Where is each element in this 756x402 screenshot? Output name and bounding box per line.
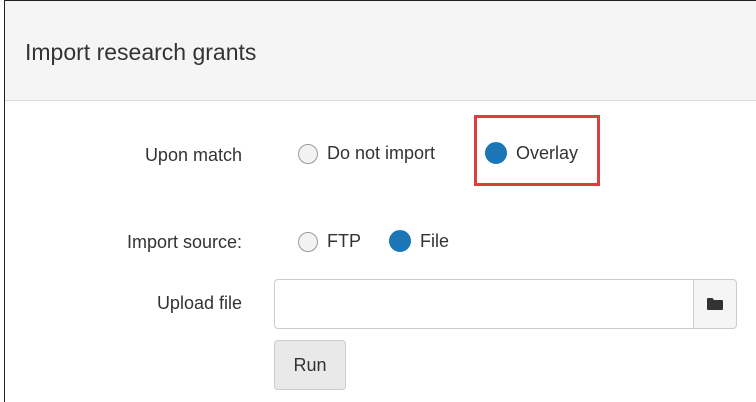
radio-unselected-icon [298, 143, 318, 164]
page-title: Import research grants [25, 39, 257, 65]
folder-icon [707, 298, 723, 310]
upload-file-input[interactable] [274, 279, 694, 329]
import-source-label: Import source: [126, 232, 242, 252]
overlay-highlight-box [474, 115, 600, 186]
radio-ftp[interactable]: FTP [298, 231, 361, 252]
radio-file[interactable]: File [389, 230, 449, 252]
radio-do-not-import[interactable]: Do not import [298, 143, 435, 164]
browse-file-button[interactable] [693, 279, 737, 329]
radio-selected-icon [389, 230, 411, 252]
radio-ftp-label: FTP [327, 231, 361, 251]
radio-do-not-import-label: Do not import [327, 143, 436, 163]
radio-unselected-icon [298, 231, 318, 252]
run-button[interactable]: Run [274, 340, 346, 390]
upload-file-label: Upload file [156, 293, 242, 313]
panel-header: Import research grants [5, 1, 756, 101]
upon-match-label: Upon match [144, 145, 242, 165]
import-panel: Import research grants [4, 0, 756, 402]
radio-file-label: File [420, 230, 450, 251]
